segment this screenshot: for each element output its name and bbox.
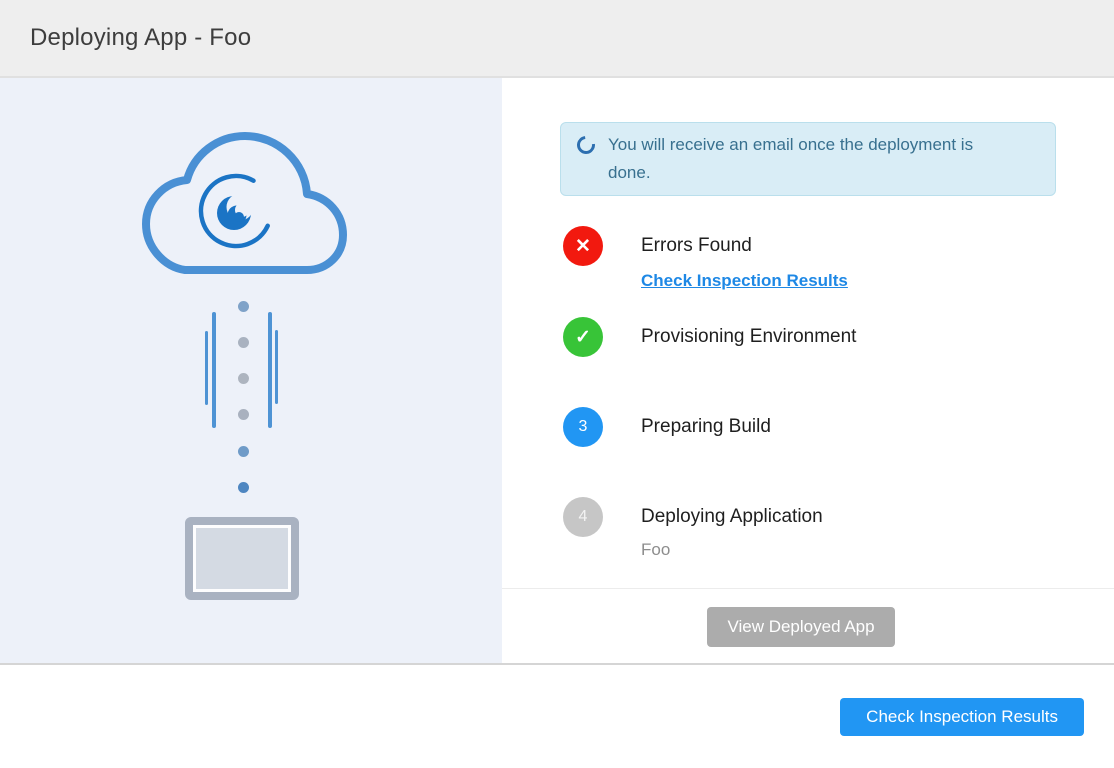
check-inspection-results-button[interactable]: Check Inspection Results: [840, 698, 1084, 736]
flow-dot: [238, 337, 249, 348]
check-inspection-results-link[interactable]: Check Inspection Results: [641, 269, 848, 293]
deploy-dialog: Deploying App - Foo: [0, 0, 1114, 768]
step-title: Provisioning Environment: [641, 317, 856, 357]
check-icon: ✓: [563, 317, 603, 357]
error-icon: ✕: [563, 226, 603, 266]
flow-dot: [238, 301, 249, 312]
step-preparing-build: 3 Preparing Build: [563, 407, 771, 447]
email-notice-text: You will receive an email once the deplo…: [608, 131, 1000, 187]
flow-dot: [238, 446, 249, 457]
monitor-icon: [185, 517, 299, 600]
dialog-footer: Check Inspection Results: [0, 667, 1114, 768]
spinner-icon: [573, 132, 598, 157]
step-subtitle: Foo: [641, 539, 823, 561]
flow-line: [212, 312, 216, 428]
step-number: 3: [579, 418, 588, 436]
cloud-logo-icon: [128, 123, 360, 291]
dialog-header: Deploying App - Foo: [0, 0, 1114, 78]
step-errors-found: ✕ Errors Found Check Inspection Results: [563, 226, 848, 293]
step-number: 4: [579, 508, 588, 526]
step-provisioning-environment: ✓ Provisioning Environment: [563, 317, 856, 357]
flow-dot: [238, 482, 249, 493]
deploy-status-panel: You will receive an email once the deplo…: [502, 78, 1114, 663]
deploy-illustration-panel: [0, 78, 502, 663]
flow-dot: [238, 409, 249, 420]
flow-line: [205, 331, 208, 405]
step-title: Deploying Application: [641, 497, 823, 537]
check-glyph: ✓: [575, 326, 591, 349]
monitor-screen: [196, 528, 288, 589]
flow-line: [268, 312, 272, 428]
step-title: Preparing Build: [641, 407, 771, 447]
step-title: Errors Found: [641, 226, 848, 266]
flow-line: [275, 330, 278, 404]
error-glyph: ✕: [575, 235, 591, 258]
step-deploying-application: 4 Deploying Application Foo: [563, 497, 823, 561]
step-number-badge: 3: [563, 407, 603, 447]
view-deployed-app-button[interactable]: View Deployed App: [707, 607, 895, 647]
step-number-badge: 4: [563, 497, 603, 537]
flow-dot: [238, 373, 249, 384]
email-notice-banner: You will receive an email once the deplo…: [560, 122, 1056, 196]
dialog-body: You will receive an email once the deplo…: [0, 78, 1114, 665]
page-title: Deploying App - Foo: [30, 24, 251, 52]
divider: [502, 588, 1114, 589]
